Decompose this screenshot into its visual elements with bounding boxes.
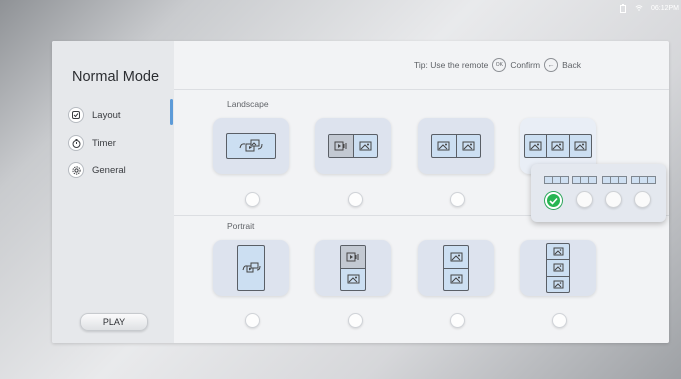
sidebar-item-label: Layout	[92, 109, 121, 121]
image-icon	[352, 135, 378, 157]
page-title: Normal Mode	[72, 69, 160, 85]
layout-portrait-split-3[interactable]	[520, 240, 596, 296]
confirm-label: Confirm	[510, 60, 541, 70]
layout-landscape-split-2-image[interactable]	[418, 118, 494, 174]
variant-radio-1[interactable]	[545, 192, 562, 209]
image-icon	[547, 275, 569, 292]
ok-icon: OK	[492, 58, 507, 72]
sidebar: Normal Mode Layout Timer General PLAY	[52, 41, 174, 343]
image-icon	[432, 135, 456, 157]
layout-preview	[443, 245, 469, 291]
landscape-radio-3[interactable]	[450, 192, 465, 207]
sidebar-item-label: Timer	[92, 137, 116, 149]
image-icon	[444, 267, 468, 291]
variant-radio-4[interactable]	[634, 191, 651, 208]
back-icon: ←	[544, 58, 559, 72]
layout-portrait-single[interactable]	[213, 240, 289, 296]
mixed-media-icon	[238, 246, 264, 290]
layout-portrait-split-2-image[interactable]	[418, 240, 494, 296]
sidebar-item-layout[interactable]: Layout	[68, 107, 121, 123]
variant-radio-2[interactable]	[576, 191, 593, 208]
layout-preview	[431, 134, 481, 158]
active-indicator	[170, 99, 173, 125]
image-icon	[568, 135, 591, 157]
landscape-radio-2[interactable]	[348, 192, 363, 207]
image-icon	[525, 135, 546, 157]
sidebar-item-timer[interactable]: Timer	[68, 135, 116, 151]
layout-preview	[340, 245, 366, 291]
video-icon	[341, 246, 365, 268]
variant-preview-2	[572, 176, 597, 184]
variant-radio-3[interactable]	[605, 191, 622, 208]
battery-icon	[619, 3, 627, 13]
layout-preview	[546, 243, 570, 293]
clock-time: 06:12PM	[650, 4, 679, 12]
image-icon	[546, 135, 568, 157]
sidebar-item-general[interactable]: General	[68, 162, 126, 178]
layout-landscape-single[interactable]	[213, 118, 289, 174]
layout-icon	[68, 107, 84, 123]
layout-variant-popup	[531, 164, 666, 222]
layout-preview	[524, 134, 592, 158]
sidebar-item-label: General	[92, 164, 126, 176]
portrait-radio-1[interactable]	[245, 313, 260, 328]
variant-preview-1	[544, 176, 569, 184]
variant-preview-4	[631, 176, 656, 184]
image-icon	[444, 246, 468, 268]
check-icon	[549, 197, 558, 205]
landscape-label: Landscape	[227, 99, 269, 109]
tip-text: Tip: Use the remote	[414, 60, 489, 70]
layout-preview	[328, 134, 378, 158]
layout-preview	[237, 245, 265, 291]
layout-portrait-split-2-video[interactable]	[315, 240, 391, 296]
portrait-radio-2[interactable]	[348, 313, 363, 328]
gear-icon	[68, 162, 84, 178]
layout-preview	[226, 133, 276, 159]
wifi-icon	[635, 3, 643, 13]
back-label: Back	[562, 60, 581, 70]
video-icon	[329, 135, 353, 157]
layout-landscape-split-2-video[interactable]	[315, 118, 391, 174]
variant-preview-3	[602, 176, 627, 184]
remote-tip: Tip: Use the remote OK Confirm ← Back	[414, 58, 581, 72]
divider	[174, 89, 669, 90]
image-icon	[341, 267, 365, 291]
image-icon	[455, 135, 481, 157]
image-icon	[547, 244, 569, 259]
portrait-label: Portrait	[227, 221, 255, 231]
timer-icon	[68, 135, 84, 151]
play-button[interactable]: PLAY	[80, 313, 148, 331]
mixed-media-icon	[227, 134, 275, 158]
image-icon	[547, 259, 569, 275]
status-bar: 06:12PM	[619, 0, 679, 16]
portrait-radio-3[interactable]	[450, 313, 465, 328]
portrait-radio-4[interactable]	[552, 313, 567, 328]
landscape-radio-1[interactable]	[245, 192, 260, 207]
